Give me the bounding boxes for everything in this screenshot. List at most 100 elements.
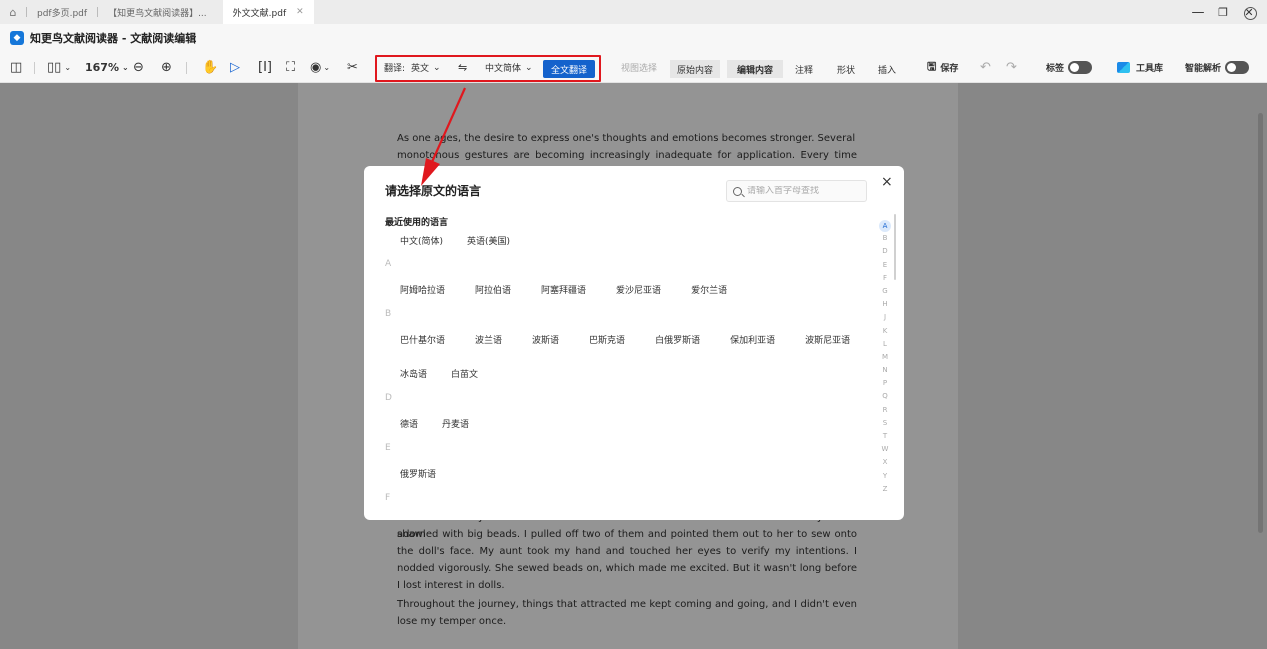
recent-languages: 中文(简体) 英语(美国)	[385, 230, 865, 250]
alpha-index-letter[interactable]: S	[879, 417, 891, 430]
restore-button[interactable]: ❐	[1210, 0, 1236, 24]
title-row: ◆ 知更鸟文献阅读器 - 文献阅读编辑	[0, 24, 1267, 52]
undo-icon[interactable]: ↶	[980, 52, 991, 83]
zoom-level: 167%	[85, 61, 119, 74]
language-option[interactable]: 英语(美国)	[467, 230, 510, 250]
select-tool-icon[interactable]: ▷	[230, 52, 240, 83]
letter-heading: F	[385, 493, 391, 503]
sidebar-toggle-icon[interactable]: ◫	[10, 52, 22, 83]
alpha-index-letter[interactable]: K	[879, 325, 891, 338]
alpha-index-letter[interactable]: G	[879, 285, 891, 298]
tab-label: 【知更鸟文献阅读器】...	[108, 8, 207, 19]
toolbar: ◫ ▯▯ ⌄ 167% ⌄ ⊖ ⊕ ✋ ▷ [I] ⛶ ◉ ⌄ ✂ 翻译: 英文 ⌄ ⇋…	[0, 52, 1267, 83]
scissors-icon[interactable]: ✂	[347, 52, 358, 83]
alpha-index-letter[interactable]: P	[879, 377, 891, 390]
toolbox-label: 工具库	[1136, 64, 1164, 74]
language-option[interactable]: 白俄罗斯语	[655, 322, 700, 356]
smart-parse-toggle[interactable]: 智能解析	[1185, 52, 1250, 83]
tab-edit-content[interactable]: 编辑内容	[727, 60, 783, 78]
tab-annotate[interactable]: 注释	[786, 60, 822, 78]
tab-close-icon[interactable]: ✕	[296, 7, 304, 17]
app-title: 知更鸟文献阅读器 - 文献阅读编辑	[30, 32, 197, 45]
language-option[interactable]: 波斯尼亚语	[805, 322, 850, 356]
home-icon[interactable]: ⌂	[0, 0, 26, 24]
alpha-index-letter[interactable]: F	[879, 272, 891, 285]
alpha-index-letter[interactable]: D	[879, 245, 891, 258]
tab-pdf-multipage[interactable]: pdf多页.pdf	[27, 0, 97, 24]
page-layout-dropdown[interactable]: ▯▯ ⌄	[47, 52, 71, 83]
dialog-title: 请选择原文的语言	[385, 184, 482, 198]
tab-foreign-doc[interactable]: 外文文献.pdf ✕	[222, 0, 314, 24]
tab-label: pdf多页.pdf	[37, 8, 88, 19]
alpha-index-letter[interactable]: A	[879, 219, 891, 232]
alpha-index-letter[interactable]: L	[879, 338, 891, 351]
smart-parse-switch[interactable]	[1225, 61, 1250, 74]
language-option[interactable]: 德语	[400, 406, 418, 440]
letter-heading: D	[385, 393, 392, 403]
language-option[interactable]: 俄罗斯语	[400, 456, 436, 490]
bookmark-toggle[interactable]: 标签	[1046, 52, 1093, 83]
save-button[interactable]: 🖫 保存	[927, 52, 958, 83]
tab-bar: ⌂ pdf多页.pdf 【知更鸟文献阅读器】... 外文文献.pdf ✕	[0, 0, 1267, 24]
language-option[interactable]: 巴什基尔语	[400, 322, 445, 356]
language-option[interactable]: 冰岛语	[400, 356, 427, 390]
language-group-b: 巴什基尔语 波兰语 波斯语 巴斯克语 白俄罗斯语 保加利亚语 波斯尼亚语 冰岛语…	[385, 322, 865, 390]
minimize-button[interactable]: —	[1185, 0, 1211, 24]
alpha-index-letter[interactable]: E	[879, 259, 891, 272]
save-label: 保存	[940, 64, 959, 74]
text-select-icon[interactable]: [I]	[258, 52, 272, 83]
settings-icon[interactable]	[1244, 7, 1257, 20]
tab-label: 外文文献.pdf	[232, 8, 287, 19]
hand-tool-icon[interactable]: ✋	[202, 52, 218, 83]
bookmark-switch[interactable]	[1068, 61, 1093, 74]
language-option[interactable]: 白苗文	[451, 356, 478, 390]
alpha-index-letter[interactable]: Q	[879, 390, 891, 403]
dialog-scrollbar[interactable]	[894, 214, 896, 280]
alpha-index-letter[interactable]: N	[879, 364, 891, 377]
language-option[interactable]: 阿姆哈拉语	[400, 272, 445, 306]
language-option[interactable]: 阿拉伯语	[475, 272, 511, 306]
language-option[interactable]: 波兰语	[475, 322, 502, 356]
dialog-close-icon[interactable]: ×	[881, 174, 893, 190]
zoom-dropdown[interactable]: 167% ⌄	[85, 52, 129, 83]
language-option[interactable]: 丹麦语	[442, 406, 469, 440]
language-option[interactable]: 保加利亚语	[730, 322, 775, 356]
alpha-index-letter[interactable]: H	[879, 298, 891, 311]
fullscreen-icon[interactable]: ⛶	[286, 52, 295, 83]
alpha-index-letter[interactable]: X	[879, 456, 891, 469]
toolbar-divider	[186, 62, 187, 74]
alphabet-index: A B D E F G H J K L M N P Q R S T W X Y …	[878, 219, 892, 496]
alpha-index-letter[interactable]: T	[879, 430, 891, 443]
language-option[interactable]: 爱尔兰语	[691, 272, 727, 306]
language-search[interactable]	[726, 180, 867, 202]
search-icon	[733, 186, 742, 196]
alpha-index-letter[interactable]: M	[879, 351, 891, 364]
language-option[interactable]: 中文(简体)	[400, 230, 443, 250]
toolbox-button[interactable]: 工具库	[1117, 52, 1163, 83]
alpha-index-letter[interactable]: Z	[879, 483, 891, 496]
translate-highlight-box	[375, 55, 601, 82]
language-option[interactable]: 爱沙尼亚语	[616, 272, 661, 306]
language-search-input[interactable]	[747, 186, 857, 196]
toolbox-icon	[1117, 62, 1130, 73]
language-select-dialog: 请选择原文的语言 × 最近使用的语言 中文(简体) 英语(美国) A 阿姆哈拉语…	[364, 166, 904, 520]
zoom-out-icon[interactable]: ⊖	[133, 52, 144, 83]
view-select-label: 视图选择	[621, 64, 658, 74]
bookmark-label: 标签	[1046, 64, 1065, 74]
alpha-index-letter[interactable]: W	[879, 443, 891, 456]
tab-insert[interactable]: 插入	[869, 60, 905, 78]
alpha-index-letter[interactable]: J	[879, 311, 891, 324]
letter-heading: B	[385, 309, 392, 319]
language-option[interactable]: 巴斯克语	[589, 322, 625, 356]
language-option[interactable]: 波斯语	[532, 322, 559, 356]
tab-shape[interactable]: 形状	[828, 60, 864, 78]
eye-view-dropdown[interactable]: ◉ ⌄	[310, 52, 330, 83]
alpha-index-letter[interactable]: Y	[879, 470, 891, 483]
zoom-in-icon[interactable]: ⊕	[161, 52, 172, 83]
redo-icon[interactable]: ↷	[1006, 52, 1017, 83]
alpha-index-letter[interactable]: B	[879, 232, 891, 245]
tab-reader-doc[interactable]: 【知更鸟文献阅读器】...	[98, 0, 217, 24]
language-option[interactable]: 阿塞拜疆语	[541, 272, 586, 306]
tab-original-content[interactable]: 原始内容	[670, 60, 720, 78]
alpha-index-letter[interactable]: R	[879, 404, 891, 417]
